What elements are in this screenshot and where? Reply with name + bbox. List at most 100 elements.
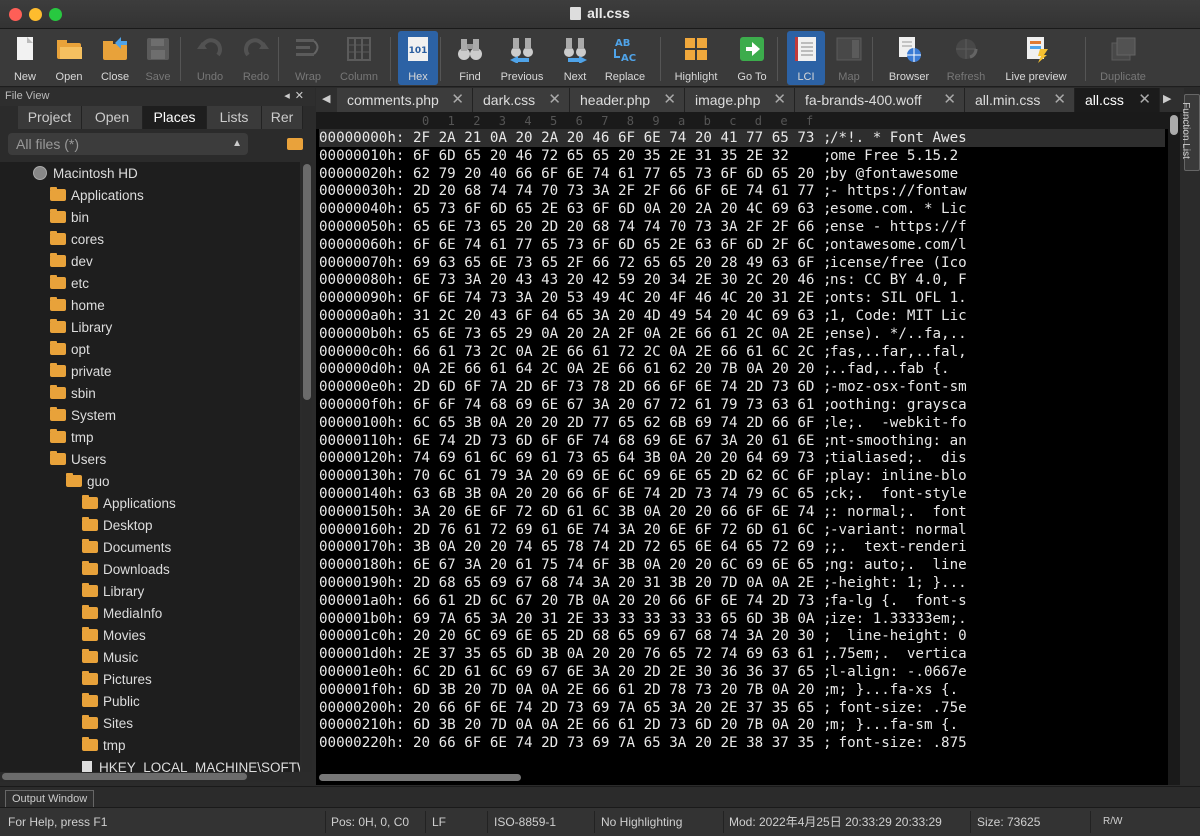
close-panel-icon[interactable]: ✕ (295, 90, 309, 102)
editor-tab[interactable]: all.css ✕ (1075, 88, 1160, 112)
tree-vertical-scrollbar[interactable] (302, 162, 312, 772)
hex-line[interactable]: 00000100h: 6C 65 3B 0A 20 20 2D 77 65 62… (319, 414, 1165, 432)
tree-item[interactable]: home (50, 295, 105, 317)
editor-tab[interactable]: all.min.css ✕ (965, 88, 1075, 112)
tree-item[interactable]: cores (50, 229, 104, 251)
hex-line[interactable]: 00000080h: 6E 73 3A 20 43 43 20 42 59 20… (319, 271, 1165, 289)
status-encoding[interactable]: ISO-8859-1 (494, 808, 556, 836)
hex-line[interactable]: 00000020h: 62 79 20 40 66 6F 6E 74 61 77… (319, 165, 1165, 183)
tree-item[interactable]: Applications (50, 185, 144, 207)
close-button[interactable]: Close (95, 31, 135, 85)
hex-line[interactable]: 00000130h: 70 6C 61 79 3A 20 69 6E 6C 69… (319, 467, 1165, 485)
map-button[interactable]: Map (829, 31, 869, 85)
tree-item[interactable]: Movies (82, 625, 146, 647)
previous-button[interactable]: Previous (497, 31, 547, 85)
hex-line[interactable]: 000001d0h: 2E 37 35 65 6D 3B 0A 20 20 76… (319, 645, 1165, 663)
tree-item[interactable]: private (50, 361, 112, 383)
tree-item[interactable]: opt (50, 339, 90, 361)
function-list-toggle[interactable]: Function List (1180, 94, 1200, 171)
tree-item[interactable]: MediaInfo (82, 603, 162, 625)
hex-line[interactable]: 00000000h: 2F 2A 21 0A 20 2A 20 46 6F 6E… (319, 129, 1165, 147)
hex-line[interactable]: 00000160h: 2D 76 61 72 69 61 6E 74 3A 20… (319, 521, 1165, 539)
editor-tab[interactable]: header.php ✕ (570, 88, 685, 112)
close-tab-icon[interactable]: ✕ (548, 88, 561, 112)
status-position[interactable]: Pos: 0H, 0, C0 (331, 808, 409, 836)
highlight-button[interactable]: Highlight (672, 31, 720, 85)
tree-item[interactable]: Sites (82, 713, 133, 735)
open-button[interactable]: Open (50, 31, 88, 85)
undo-button[interactable]: Undo (190, 31, 230, 85)
status-line-ending[interactable]: LF (432, 808, 446, 836)
tree-item[interactable]: Applications (82, 493, 176, 515)
hex-line[interactable]: 00000120h: 74 69 61 6C 69 61 73 65 64 3B… (319, 449, 1165, 467)
hex-vscroll-thumb[interactable] (1170, 115, 1178, 135)
tab-rer[interactable]: Rer (262, 106, 303, 129)
tree-item[interactable]: Public (82, 691, 140, 713)
tab-open[interactable]: Open (82, 106, 143, 129)
go-to-button[interactable]: Go To (730, 31, 774, 85)
tree-item[interactable]: guo (66, 471, 110, 493)
tab-lists[interactable]: Lists (207, 106, 262, 129)
close-tab-icon[interactable]: ✕ (663, 88, 676, 112)
hex-line[interactable]: 000000a0h: 31 2C 20 43 6F 64 65 3A 20 4D… (319, 307, 1165, 325)
status-mode[interactable]: R/W (1103, 808, 1122, 836)
editor-tab[interactable]: image.php ✕ (685, 88, 795, 112)
hex-line[interactable]: 00000060h: 6F 6E 74 61 77 65 73 6F 6D 65… (319, 236, 1165, 254)
hex-line[interactable]: 000001b0h: 69 7A 65 3A 20 31 2E 33 33 33… (319, 610, 1165, 628)
tree-item[interactable]: Pictures (82, 669, 152, 691)
output-window-tab[interactable]: Output Window (5, 790, 95, 808)
tree-vscroll-thumb[interactable] (303, 164, 311, 400)
close-tab-icon[interactable]: ✕ (943, 88, 956, 112)
hex-line[interactable]: 00000140h: 63 6B 3B 0A 20 20 66 6F 6E 74… (319, 485, 1165, 503)
tab-scroll-left-icon[interactable]: ◀ (322, 92, 330, 105)
column-button[interactable]: Column (335, 31, 383, 85)
hex-line[interactable]: 000001f0h: 6D 3B 20 7D 0A 0A 2E 66 61 2D… (319, 681, 1165, 699)
close-tab-icon[interactable]: ✕ (451, 88, 464, 112)
hex-line[interactable]: 00000110h: 6E 74 2D 73 6D 6F 6F 74 68 69… (319, 432, 1165, 450)
hex-line[interactable]: 000000b0h: 65 6E 73 65 29 0A 20 2A 2F 0A… (319, 325, 1165, 343)
close-tab-icon[interactable]: ✕ (773, 88, 786, 112)
new-button[interactable]: New (6, 31, 44, 85)
lci-button[interactable]: LCI (787, 31, 825, 85)
tree-item[interactable]: etc (50, 273, 89, 295)
hex-line[interactable]: 000000d0h: 0A 2E 66 61 64 2C 0A 2E 66 61… (319, 360, 1165, 378)
collapse-arrow-icon[interactable]: ◂ (284, 90, 295, 102)
tab-project[interactable]: Project (18, 106, 82, 129)
hex-line[interactable]: 00000200h: 20 66 6F 6E 74 2D 73 69 7A 65… (319, 699, 1165, 717)
editor-tab[interactable]: dark.css ✕ (473, 88, 570, 112)
tab-scroll-right-icon[interactable]: ▶ (1163, 92, 1171, 105)
hex-button[interactable]: 101 Hex (398, 31, 438, 85)
hex-line[interactable]: 000000c0h: 66 61 73 2C 0A 2E 66 61 72 2C… (319, 343, 1165, 361)
tree-item[interactable]: Downloads (82, 559, 170, 581)
status-highlighting[interactable]: No Highlighting (601, 808, 682, 836)
refresh-button[interactable]: Refresh (941, 31, 991, 85)
tab-places[interactable]: Places (143, 106, 207, 129)
hex-line[interactable]: 00000090h: 6F 6E 74 73 3A 20 53 49 4C 20… (319, 289, 1165, 307)
hex-line[interactable]: 00000170h: 3B 0A 20 20 74 65 78 74 2D 72… (319, 538, 1165, 556)
folder-icon[interactable] (287, 138, 303, 150)
tree-hscroll-thumb[interactable] (2, 773, 247, 780)
tree-item[interactable]: tmp (50, 427, 94, 449)
tree-item[interactable]: sbin (50, 383, 96, 405)
live-preview-button[interactable]: Live preview (1000, 31, 1072, 85)
hex-line[interactable]: 00000190h: 2D 68 65 69 67 68 74 3A 20 31… (319, 574, 1165, 592)
hex-line[interactable]: 00000030h: 2D 20 68 74 74 70 73 3A 2F 2F… (319, 182, 1165, 200)
duplicate-button[interactable]: Duplicate (1093, 31, 1153, 85)
tree-item[interactable]: Music (82, 647, 138, 669)
redo-button[interactable]: Redo (236, 31, 276, 85)
hex-horizontal-scrollbar[interactable] (316, 772, 1168, 784)
hex-line[interactable]: 00000070h: 69 63 65 6E 73 65 2F 66 72 65… (319, 254, 1165, 272)
tree-horizontal-scrollbar[interactable] (0, 772, 300, 782)
hex-line[interactable]: 000001e0h: 6C 2D 61 6C 69 67 6E 3A 20 2D… (319, 663, 1165, 681)
tree-item[interactable]: Macintosh HD (33, 163, 138, 185)
editor-tab[interactable]: comments.php ✕ (337, 88, 473, 112)
hex-line[interactable]: 000000f0h: 6F 6F 74 68 69 6E 67 3A 20 67… (319, 396, 1165, 414)
replace-button[interactable]: AB AC Replace (601, 31, 649, 85)
hex-line[interactable]: 000001c0h: 20 20 6C 69 6E 65 2D 68 65 69… (319, 627, 1165, 645)
hex-line[interactable]: 00000220h: 20 66 6F 6E 74 2D 73 69 7A 65… (319, 734, 1165, 752)
editor-tab[interactable]: fa-brands-400.woff ✕ (795, 88, 965, 112)
save-button[interactable]: Save (140, 31, 176, 85)
tree-item[interactable]: Library (82, 581, 144, 603)
close-tab-icon[interactable]: ✕ (1138, 88, 1151, 112)
hex-line[interactable]: 00000010h: 6F 6D 65 20 46 72 65 65 20 35… (319, 147, 1165, 165)
